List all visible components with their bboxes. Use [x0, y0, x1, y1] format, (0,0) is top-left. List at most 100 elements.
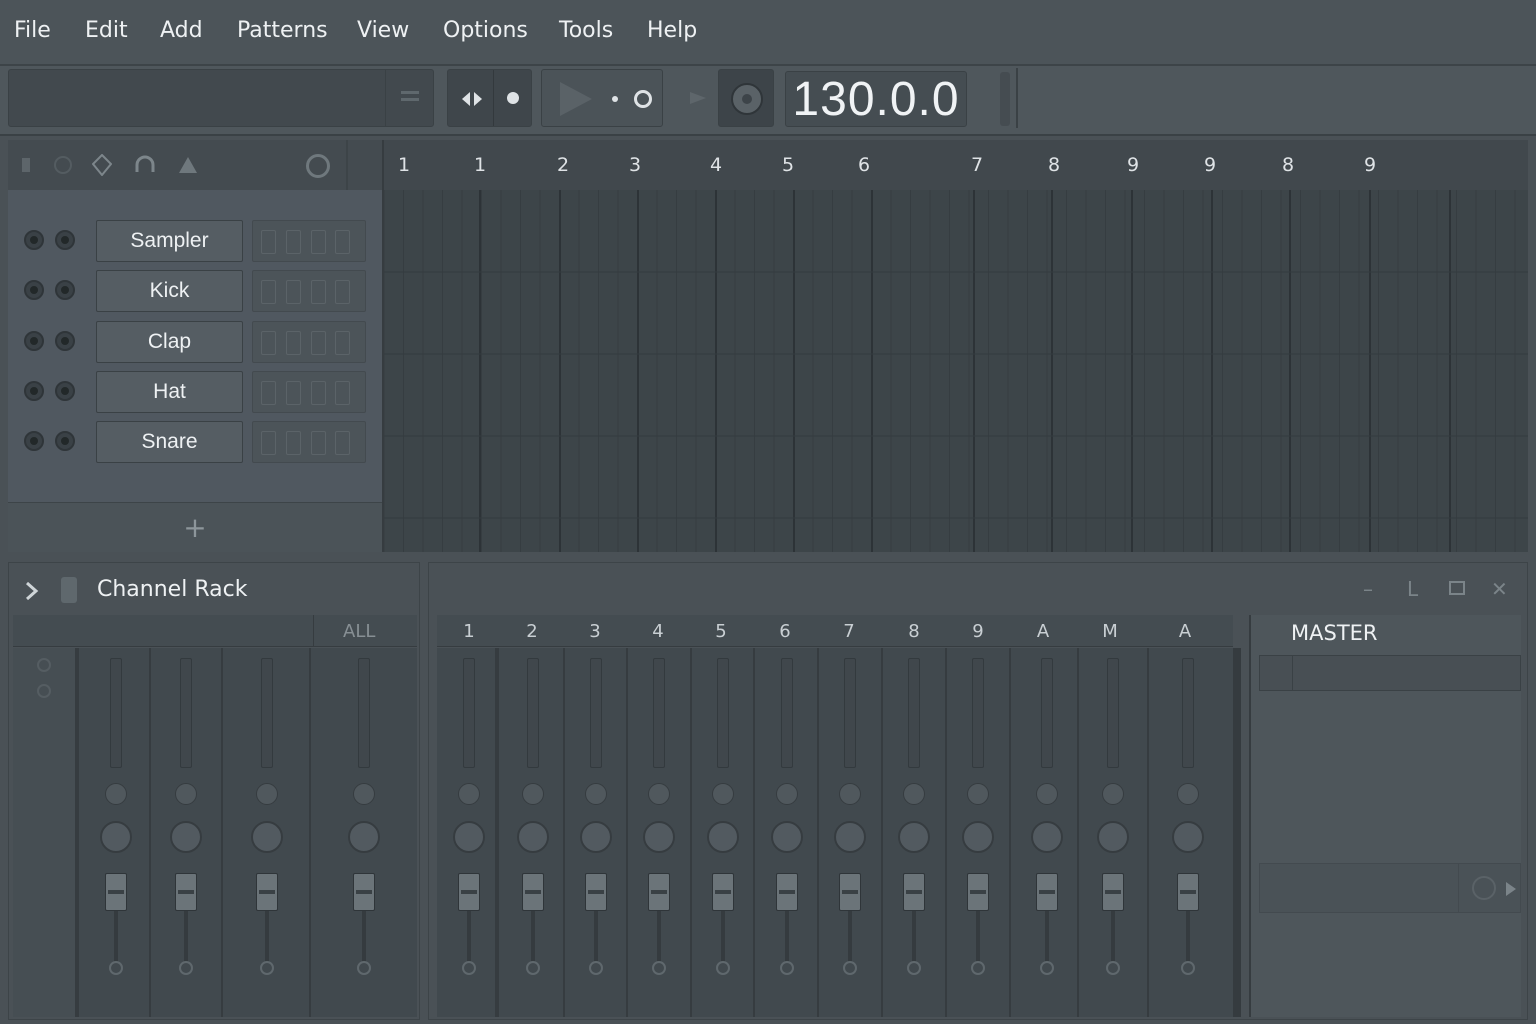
all-filter-label[interactable]: ALL	[343, 621, 375, 642]
send-indicator[interactable]	[716, 961, 730, 975]
snap-icon[interactable]	[178, 156, 198, 174]
send-indicator[interactable]	[1181, 961, 1195, 975]
pause-icon[interactable]	[22, 158, 30, 172]
send-indicator[interactable]	[109, 961, 123, 975]
send-indicator[interactable]	[462, 961, 476, 975]
send-indicator[interactable]	[357, 961, 371, 975]
mute-led[interactable]	[24, 331, 44, 351]
volume-fader[interactable]	[353, 873, 375, 911]
pan-knob[interactable]	[585, 783, 607, 805]
menu-view[interactable]: View	[357, 18, 409, 43]
volume-knob[interactable]	[898, 821, 930, 853]
tempo-display[interactable]: 130.0.0	[785, 71, 967, 127]
channel-name-button[interactable]: Sampler	[96, 220, 243, 262]
send-indicator[interactable]	[652, 961, 666, 975]
send-indicator[interactable]	[589, 961, 603, 975]
close-button[interactable]: ✕	[1491, 577, 1508, 601]
mute-led[interactable]	[24, 381, 44, 401]
pan-knob[interactable]	[522, 783, 544, 805]
restore-button[interactable]: L	[1407, 577, 1418, 601]
add-channel-button[interactable]: +	[8, 502, 382, 552]
marker-icon[interactable]	[92, 154, 112, 176]
mode-toggle-icon[interactable]	[462, 90, 482, 108]
step-sequencer[interactable]	[252, 371, 366, 413]
circle-icon[interactable]	[54, 156, 72, 174]
menu-tools[interactable]: Tools	[559, 18, 613, 43]
channel-name-button[interactable]: Kick	[96, 270, 243, 312]
pan-knob[interactable]	[458, 783, 480, 805]
volume-knob[interactable]	[962, 821, 994, 853]
track-label[interactable]: 8	[894, 621, 934, 642]
mute-led[interactable]	[24, 431, 44, 451]
track-label[interactable]: 3	[575, 621, 615, 642]
playlist-grid[interactable]	[382, 190, 1528, 552]
send-indicator[interactable]	[843, 961, 857, 975]
solo-led[interactable]	[55, 431, 75, 451]
track-label[interactable]: 5	[701, 621, 741, 642]
menu-help[interactable]: Help	[647, 18, 697, 43]
menu-options[interactable]: Options	[443, 18, 528, 43]
minimize-button[interactable]: –	[1363, 577, 1373, 601]
step-sequencer[interactable]	[252, 421, 366, 463]
track-label[interactable]: M	[1090, 621, 1130, 642]
volume-fader[interactable]	[522, 873, 544, 911]
volume-knob[interactable]	[580, 821, 612, 853]
volume-knob[interactable]	[1172, 821, 1204, 853]
volume-fader[interactable]	[1177, 873, 1199, 911]
send-indicator[interactable]	[780, 961, 794, 975]
channel-name-button[interactable]: Hat	[96, 371, 243, 413]
pan-knob[interactable]	[175, 783, 197, 805]
track-label[interactable]: 2	[512, 621, 552, 642]
mute-led[interactable]	[24, 280, 44, 300]
timeline-ruler[interactable]: 1 1 2 3 4 5 6 7 8 9 9 8 9	[382, 140, 1528, 190]
master-volume-slider[interactable]	[1000, 72, 1010, 126]
volume-fader[interactable]	[585, 873, 607, 911]
rack-handle-icon[interactable]	[61, 577, 77, 603]
step-sequencer[interactable]	[252, 270, 366, 312]
volume-knob[interactable]	[1031, 821, 1063, 853]
arrow-right-icon[interactable]	[1506, 882, 1516, 896]
pan-knob[interactable]	[776, 783, 798, 805]
play-icon[interactable]	[558, 80, 594, 118]
volume-knob[interactable]	[643, 821, 675, 853]
pan-knob[interactable]	[105, 783, 127, 805]
volume-knob[interactable]	[1097, 821, 1129, 853]
menu-file[interactable]: File	[14, 18, 51, 43]
send-indicator[interactable]	[260, 961, 274, 975]
volume-knob[interactable]	[834, 821, 866, 853]
volume-fader[interactable]	[1036, 873, 1058, 911]
solo-led[interactable]	[55, 280, 75, 300]
send-indicator[interactable]	[1040, 961, 1054, 975]
menu-patterns[interactable]: Patterns	[237, 18, 328, 43]
pan-knob[interactable]	[903, 783, 925, 805]
volume-fader[interactable]	[648, 873, 670, 911]
pan-knob[interactable]	[1036, 783, 1058, 805]
menu-edit[interactable]: Edit	[85, 18, 128, 43]
channel-name-button[interactable]: Clap	[96, 321, 243, 363]
track-label[interactable]: 7	[829, 621, 869, 642]
pan-knob[interactable]	[1177, 783, 1199, 805]
track-label[interactable]: A	[1023, 621, 1063, 642]
volume-knob[interactable]	[100, 821, 132, 853]
volume-knob[interactable]	[517, 821, 549, 853]
volume-fader[interactable]	[175, 873, 197, 911]
volume-knob[interactable]	[453, 821, 485, 853]
volume-fader[interactable]	[105, 873, 127, 911]
headphones-icon[interactable]	[134, 154, 156, 176]
volume-knob[interactable]	[251, 821, 283, 853]
mute-led[interactable]	[24, 230, 44, 250]
maximize-icon[interactable]	[1449, 581, 1465, 595]
volume-fader[interactable]	[839, 873, 861, 911]
send-indicator[interactable]	[526, 961, 540, 975]
track-label[interactable]: 4	[638, 621, 678, 642]
step-sequencer[interactable]	[252, 220, 366, 262]
stop-icon[interactable]	[612, 96, 618, 102]
send-indicator[interactable]	[179, 961, 193, 975]
step-sequencer[interactable]	[252, 321, 366, 363]
send-indicator[interactable]	[971, 961, 985, 975]
pattern-menu-button[interactable]	[385, 70, 433, 126]
send-indicator[interactable]	[1106, 961, 1120, 975]
effect-slot[interactable]	[1259, 655, 1521, 691]
volume-fader[interactable]	[1102, 873, 1124, 911]
channel-name-button[interactable]: Snare	[96, 421, 243, 463]
